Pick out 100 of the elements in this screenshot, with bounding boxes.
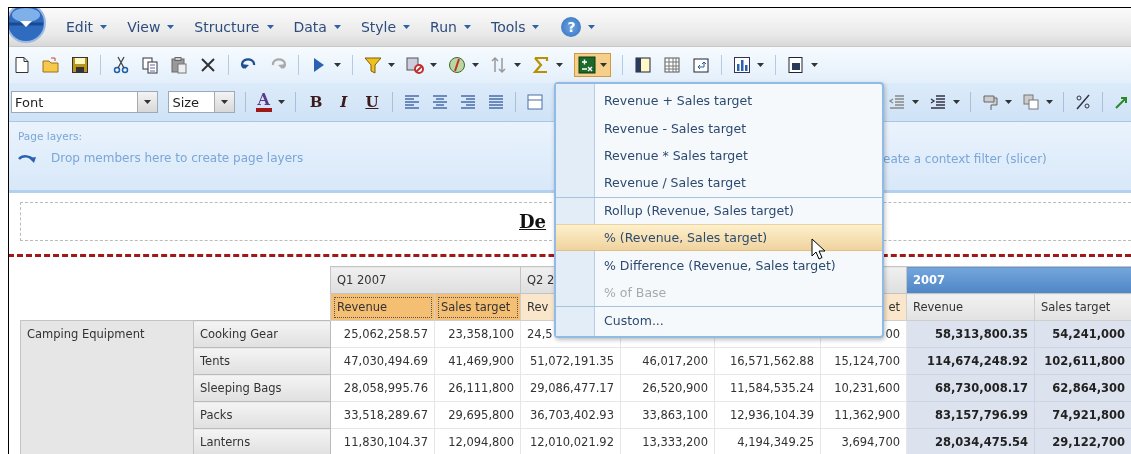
- table-cell: 28,058,995.76: [330, 374, 435, 402]
- sigma-icon[interactable]: [532, 56, 550, 74]
- measure-header[interactable]: Revenue: [330, 293, 435, 321]
- table-cell: 114,674,248.92: [906, 347, 1035, 375]
- column-group-header: 2007: [906, 266, 1131, 294]
- table-cell: 12,094,800: [434, 428, 521, 454]
- menu-item[interactable]: Revenue * Sales target: [556, 141, 882, 170]
- menu-item[interactable]: Run: [430, 19, 471, 35]
- table-cell: 28,034,475.54: [906, 428, 1035, 454]
- table-cell: 26,520,900: [620, 374, 715, 402]
- table-cell: 15,124,700: [820, 347, 907, 375]
- menu-item[interactable]: Style: [360, 19, 411, 35]
- indent-icon[interactable]: [929, 93, 948, 111]
- caret-icon[interactable]: [277, 100, 285, 104]
- open-folder-icon[interactable]: [42, 56, 60, 74]
- column-group-header: Q1 2007: [330, 266, 521, 294]
- table-cell: 26,111,800: [434, 374, 521, 402]
- caret-icon[interactable]: [430, 63, 437, 67]
- caret-icon[interactable]: [811, 63, 818, 67]
- table-cell: 29,086,477.17: [520, 374, 621, 402]
- caret-icon[interactable]: [1046, 100, 1054, 104]
- table-cell: 11,584,535.24: [714, 374, 821, 402]
- caret-icon[interactable]: [600, 63, 607, 67]
- justify-icon[interactable]: [487, 93, 506, 111]
- caret-icon[interactable]: [757, 63, 764, 67]
- align-right-icon[interactable]: [459, 93, 478, 111]
- document-icon[interactable]: [787, 56, 805, 74]
- menu-item[interactable]: View: [127, 19, 175, 35]
- swap-icon[interactable]: [692, 56, 710, 74]
- calculator-icon[interactable]: [578, 56, 596, 74]
- percent-icon[interactable]: [1074, 93, 1093, 111]
- save-icon[interactable]: [71, 56, 89, 74]
- cut-icon[interactable]: [112, 56, 130, 74]
- copy-format-icon[interactable]: [1022, 93, 1041, 111]
- table-cell: 58,313,800.35: [906, 320, 1035, 348]
- table-cell: 54,241,000: [1034, 320, 1131, 348]
- page-layers-label: Page layers:: [18, 130, 84, 142]
- table-cell: 11,830,104.37: [330, 428, 435, 454]
- font-dropdown[interactable]: Font: [11, 91, 159, 113]
- caret-icon[interactable]: [100, 25, 108, 29]
- bar-chart-icon[interactable]: [733, 56, 751, 74]
- font-color-button[interactable]: A: [255, 92, 272, 112]
- row-header: Sleeping Bags: [193, 374, 331, 402]
- size-dropdown[interactable]: Size: [168, 91, 235, 113]
- menu-orb-icon[interactable]: [9, 8, 46, 43]
- text-style-button[interactable]: B: [305, 93, 327, 111]
- grid-icon[interactable]: [663, 56, 681, 74]
- align-center-icon[interactable]: [431, 93, 450, 111]
- measure-header[interactable]: Revenue: [906, 293, 1035, 321]
- caret-icon[interactable]: [532, 25, 540, 29]
- paste-icon[interactable]: [170, 56, 188, 74]
- caret-icon[interactable]: [266, 25, 274, 29]
- caret-icon[interactable]: [333, 25, 341, 29]
- copy-icon[interactable]: [141, 56, 159, 74]
- caret-icon[interactable]: [388, 63, 395, 67]
- caret-icon[interactable]: [588, 25, 596, 29]
- menu-item[interactable]: Revenue / Sales target: [556, 169, 882, 197]
- table-cell: 74,921,800: [1034, 401, 1131, 429]
- menu-item[interactable]: Data: [293, 19, 341, 35]
- sort-icon[interactable]: [490, 56, 508, 74]
- menu-item[interactable]: % (Revenue, Sales target): [556, 223, 882, 252]
- caret-icon[interactable]: [472, 63, 479, 67]
- menu-item[interactable]: Revenue + Sales target: [556, 87, 882, 115]
- caret-icon[interactable]: [463, 25, 471, 29]
- table-cell: 102,611,800: [1034, 347, 1131, 375]
- paint-icon[interactable]: [981, 93, 1000, 111]
- text-style-button[interactable]: I: [336, 93, 352, 111]
- panel-icon[interactable]: [634, 56, 652, 74]
- caret-icon[interactable]: [556, 63, 563, 67]
- menu-item[interactable]: Structure: [194, 19, 274, 35]
- delete-icon[interactable]: [199, 56, 217, 74]
- measure-header[interactable]: Sales target: [1034, 293, 1131, 321]
- caret-icon[interactable]: [220, 100, 228, 104]
- menu-item[interactable]: Custom...: [556, 306, 882, 334]
- calculation-button[interactable]: [574, 53, 611, 77]
- caret-icon[interactable]: [403, 25, 411, 29]
- menu-item[interactable]: Revenue - Sales target: [556, 114, 882, 142]
- text-style-button[interactable]: U: [361, 93, 383, 111]
- no-entry-icon[interactable]: [406, 56, 424, 74]
- table-cell: 13,333,200: [620, 428, 715, 454]
- caret-icon[interactable]: [144, 100, 152, 104]
- table-cell: 62,864,300: [1034, 374, 1131, 402]
- caret-icon[interactable]: [912, 100, 920, 104]
- menu-item[interactable]: Rollup (Revenue, Sales target): [556, 196, 882, 224]
- table-cell: 12,936,104.39: [714, 401, 821, 429]
- menu-item[interactable]: Tools: [490, 19, 540, 35]
- filter-icon[interactable]: [364, 56, 382, 74]
- caret-icon[interactable]: [334, 63, 341, 67]
- align-left-icon[interactable]: [403, 93, 422, 111]
- caret-icon[interactable]: [953, 100, 961, 104]
- menu-item[interactable]: Edit: [66, 19, 108, 35]
- caret-icon[interactable]: [167, 25, 175, 29]
- border-icon[interactable]: [526, 93, 545, 111]
- table-cell: 10,231,600: [820, 374, 907, 402]
- measure-header[interactable]: Sales target: [434, 293, 521, 321]
- table-cell: 51,072,191.35: [520, 347, 621, 375]
- caret-icon[interactable]: [514, 63, 521, 67]
- new-document-icon[interactable]: [13, 56, 31, 74]
- caret-icon[interactable]: [1005, 100, 1013, 104]
- table-cell: 36,703,402.93: [520, 401, 621, 429]
